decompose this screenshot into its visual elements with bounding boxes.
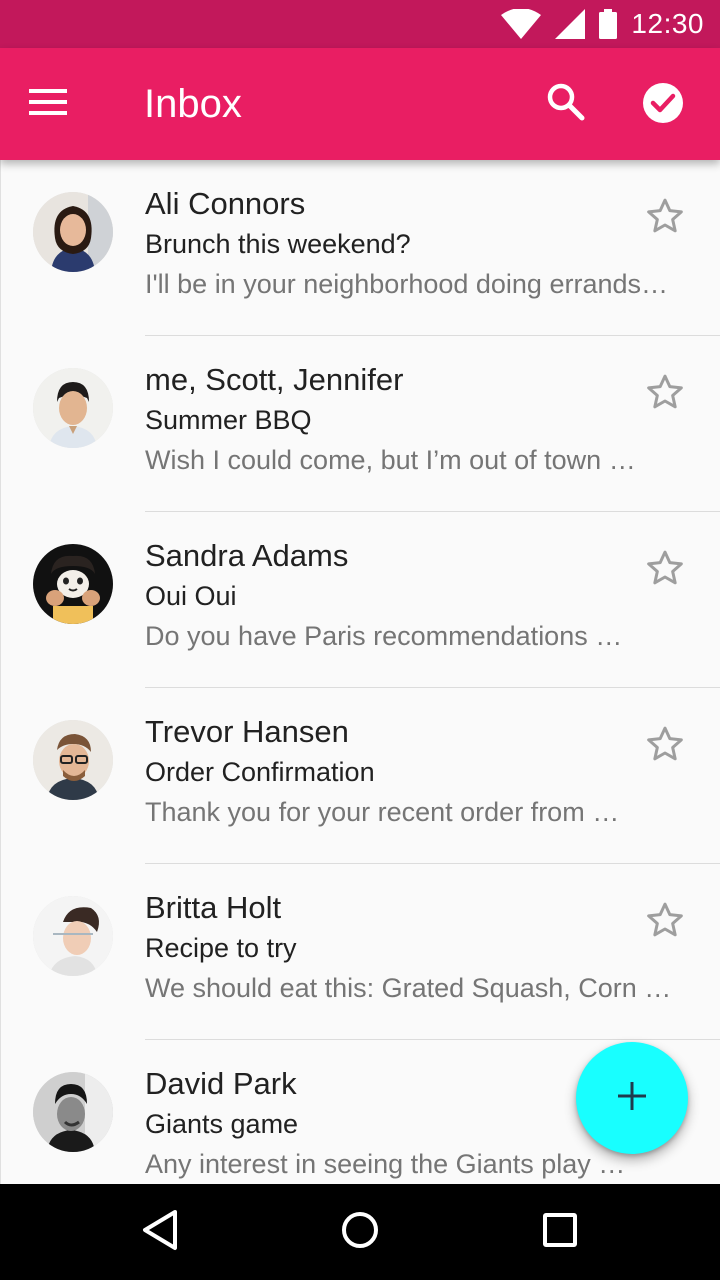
menu-icon [29,88,67,120]
back-icon [141,1209,179,1256]
message-subject: Giants game [145,1109,299,1139]
sender-name: Britta Holt [145,890,282,925]
sender-name: Ali Connors [145,186,306,221]
message-subject: Oui Oui [145,581,237,611]
list-item[interactable]: Trevor Hansen Order Confirmation Thank y… [1,688,720,864]
message-subject: Summer BBQ [145,405,312,435]
message-preview: Thank you for your recent order from … [145,797,620,827]
avatar [33,720,113,800]
star-button[interactable] [639,368,691,420]
add-icon [617,1081,647,1116]
sender-name: David Park [145,1066,297,1101]
star-outline-icon [645,196,685,241]
search-button[interactable] [542,80,590,128]
message-subject: Recipe to try [145,933,297,963]
message-preview: We should eat this: Grated Squash, Corn … [145,973,672,1003]
star-button[interactable] [639,192,691,244]
message-preview: Do you have Paris recommendations … [145,621,623,651]
list-item[interactable]: Britta Holt Recipe to try We should eat … [1,864,720,1040]
home-button[interactable] [336,1208,384,1256]
check-circle-icon [642,82,684,129]
star-outline-icon [645,372,685,417]
menu-button[interactable] [24,80,72,128]
star-button[interactable] [639,720,691,772]
status-bar: 12:30 [0,0,720,48]
avatar [33,192,113,272]
recents-icon [542,1212,578,1253]
system-nav-bar [0,1184,720,1280]
star-button[interactable] [639,544,691,596]
sender-name: me, Scott, Jennifer [145,362,404,397]
message-subject: Brunch this weekend? [145,229,411,259]
star-button[interactable] [639,896,691,948]
select-all-button[interactable] [638,80,688,130]
sender-name: Sandra Adams [145,538,349,573]
avatar [33,896,113,976]
message-list[interactable]: Ali Connors Brunch this weekend? I'll be… [0,160,720,1184]
wifi-icon [501,9,542,39]
search-icon [547,83,585,126]
clock: 12:30 [631,8,704,39]
list-item[interactable]: Ali Connors Brunch this weekend? I'll be… [1,160,720,336]
avatar [33,368,113,448]
star-outline-icon [645,548,685,593]
battery-icon [599,9,618,39]
compose-fab[interactable] [576,1042,688,1154]
sender-name: Trevor Hansen [145,714,349,749]
list-item[interactable]: me, Scott, Jennifer Summer BBQ Wish I co… [1,336,720,512]
avatar [33,544,113,624]
home-icon [340,1210,380,1255]
star-outline-icon [645,724,685,769]
message-preview: Any interest in seeing the Giants play … [145,1149,626,1179]
message-preview: I'll be in your neighborhood doing erran… [145,269,668,299]
app-bar: Inbox [0,48,720,160]
list-item[interactable]: Sandra Adams Oui Oui Do you have Paris r… [1,512,720,688]
message-preview: Wish I could come, but I’m out of town … [145,445,636,475]
recents-button[interactable] [536,1208,584,1256]
avatar [33,1072,113,1152]
star-outline-icon [645,900,685,945]
back-button[interactable] [136,1208,184,1256]
page-title: Inbox [144,82,242,126]
cell-signal-icon [555,9,586,39]
message-subject: Order Confirmation [145,757,375,787]
